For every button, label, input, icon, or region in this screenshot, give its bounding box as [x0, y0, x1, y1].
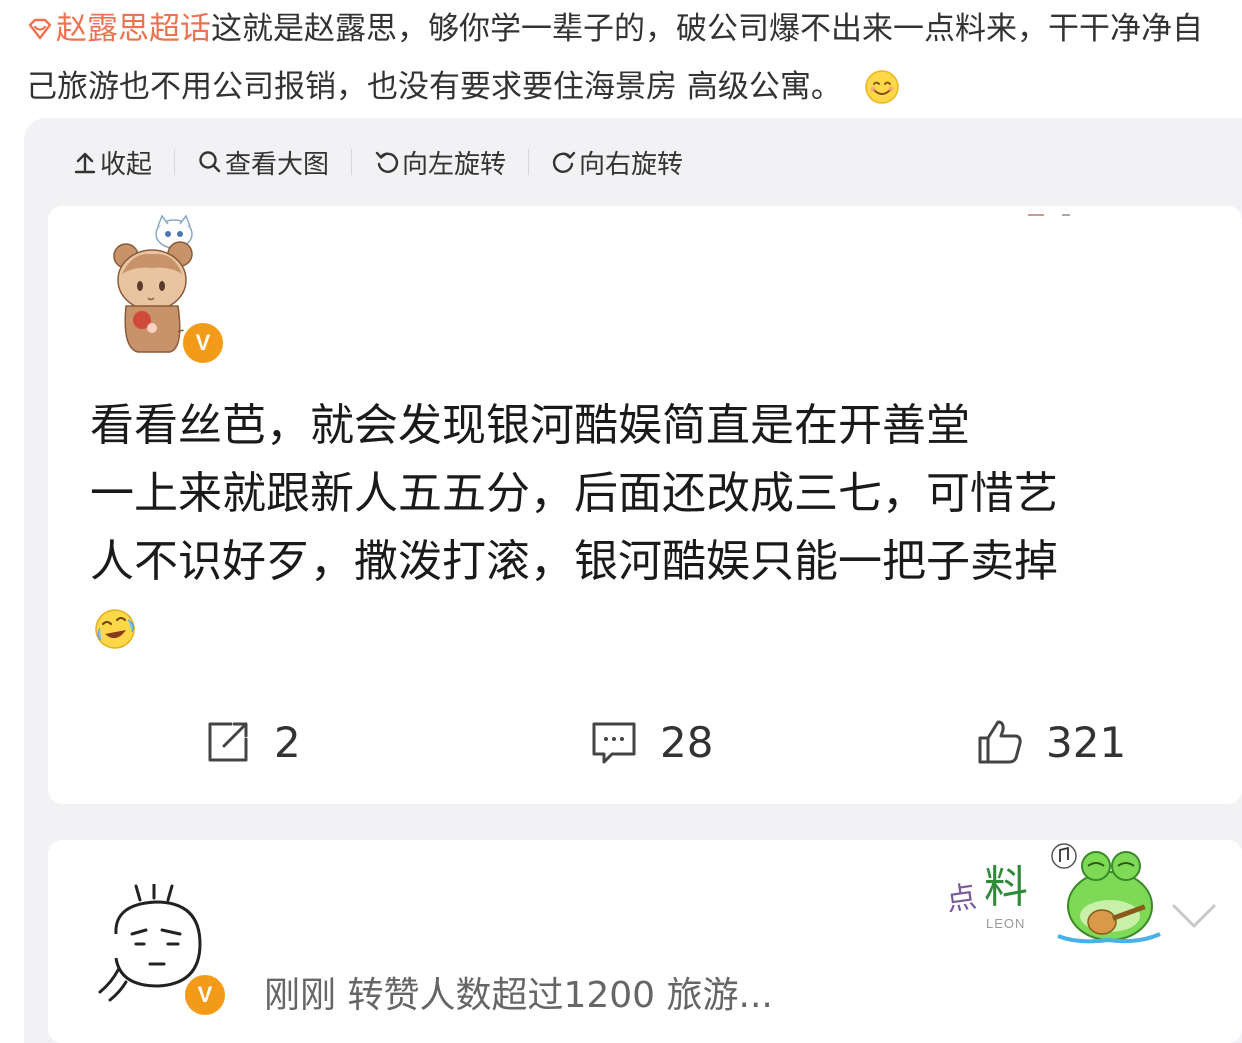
comment-meta: 刚刚 转赞人数超过1200 旅游...: [264, 975, 773, 1016]
rotate-right-icon: [552, 151, 576, 173]
supertopic-diamond-icon: [28, 18, 52, 40]
decoration-dash: [1028, 214, 1070, 216]
verified-badge: V: [182, 972, 228, 1018]
svg-text:料: 料: [984, 862, 1028, 913]
toolbar-divider: [528, 149, 530, 175]
comment-icon: [592, 722, 636, 764]
repost-button[interactable]: 2: [202, 716, 301, 768]
smile-emoji-icon: [865, 70, 899, 104]
topic-link[interactable]: 赵露思超话: [26, 0, 211, 58]
like-button[interactable]: 321: [974, 716, 1126, 768]
toolbar-divider: [174, 149, 176, 175]
view-large-button[interactable]: 查看大图: [197, 144, 329, 181]
post-line-1: 赵露思超话 这就是赵露思，够你学一辈子的，破公司爆不出来一点料来，干干净净自: [26, 0, 1242, 58]
comment-count: 28: [660, 717, 714, 767]
rotate-left-label: 向左旋转: [402, 149, 507, 180]
svg-text:LEON: LEON: [986, 916, 1025, 931]
post-line-2-text: 己旅游也不用公司报销，也没有要求要住海景房 高级公寓。: [26, 69, 842, 105]
toolbar-divider: [351, 149, 353, 175]
collapse-up-icon: [74, 152, 96, 174]
rotate-left-icon: [375, 151, 399, 173]
rotate-right-button[interactable]: 向右旋转: [551, 144, 683, 181]
comment-button[interactable]: 28: [588, 716, 713, 768]
post-line-2: 己旅游也不用公司报销，也没有要求要住海景房 高级公寓。: [26, 58, 1242, 116]
rotate-left-button[interactable]: 向左旋转: [374, 144, 506, 181]
comment-line: 一上来就跟新人五五分，后面还改成三七，可惜艺: [90, 468, 1058, 519]
repost-icon: [208, 722, 248, 762]
chevron-down-icon[interactable]: [1170, 898, 1218, 934]
like-count: 321: [1046, 717, 1127, 767]
verified-badge: V: [180, 320, 226, 366]
post-line-1-text: 这就是赵露思，够你学一辈子的，破公司爆不出来一点料来，干干净净自: [211, 11, 1203, 47]
image-toolbar: 收起 查看大图 向左旋转 向右旋转: [72, 142, 683, 182]
action-bar: 2 28 321: [48, 716, 1242, 778]
search-icon: [199, 151, 221, 173]
rotate-right-label: 向右旋转: [579, 149, 684, 180]
collapse-label: 收起: [100, 149, 153, 180]
frog-guitar-sticker: [1051, 843, 1161, 944]
weibo-post-page: 赵露思超话 这就是赵露思，够你学一辈子的，破公司爆不出来一点料来，干干净净自 己…: [0, 0, 1242, 1043]
repost-count: 2: [274, 717, 301, 767]
view-large-label: 查看大图: [225, 149, 330, 180]
topic-label[interactable]: 赵露思超话: [56, 0, 211, 58]
svg-text:点: 点: [944, 879, 979, 918]
laugh-cry-emoji-icon: [95, 609, 135, 649]
thumbs-up-icon: [978, 720, 1022, 764]
comment-text: 看看丝芭，就会发现银河酷娱简直是在开善堂 一上来就跟新人五五分，后面还改成三七，…: [90, 392, 1210, 596]
comment-line: 人不识好歹，撒泼打滚，银河酷娱只能一把子卖掉: [90, 536, 1058, 587]
collapse-button[interactable]: 收起: [72, 144, 152, 181]
post-text: 赵露思超话 这就是赵露思，够你学一辈子的，破公司爆不出来一点料来，干干净净自 己…: [26, 0, 1242, 116]
comment-line: 看看丝芭，就会发现银河酷娱简直是在开善堂: [90, 400, 970, 451]
sticker-dianliao: 点 料 LEON: [944, 862, 1028, 931]
